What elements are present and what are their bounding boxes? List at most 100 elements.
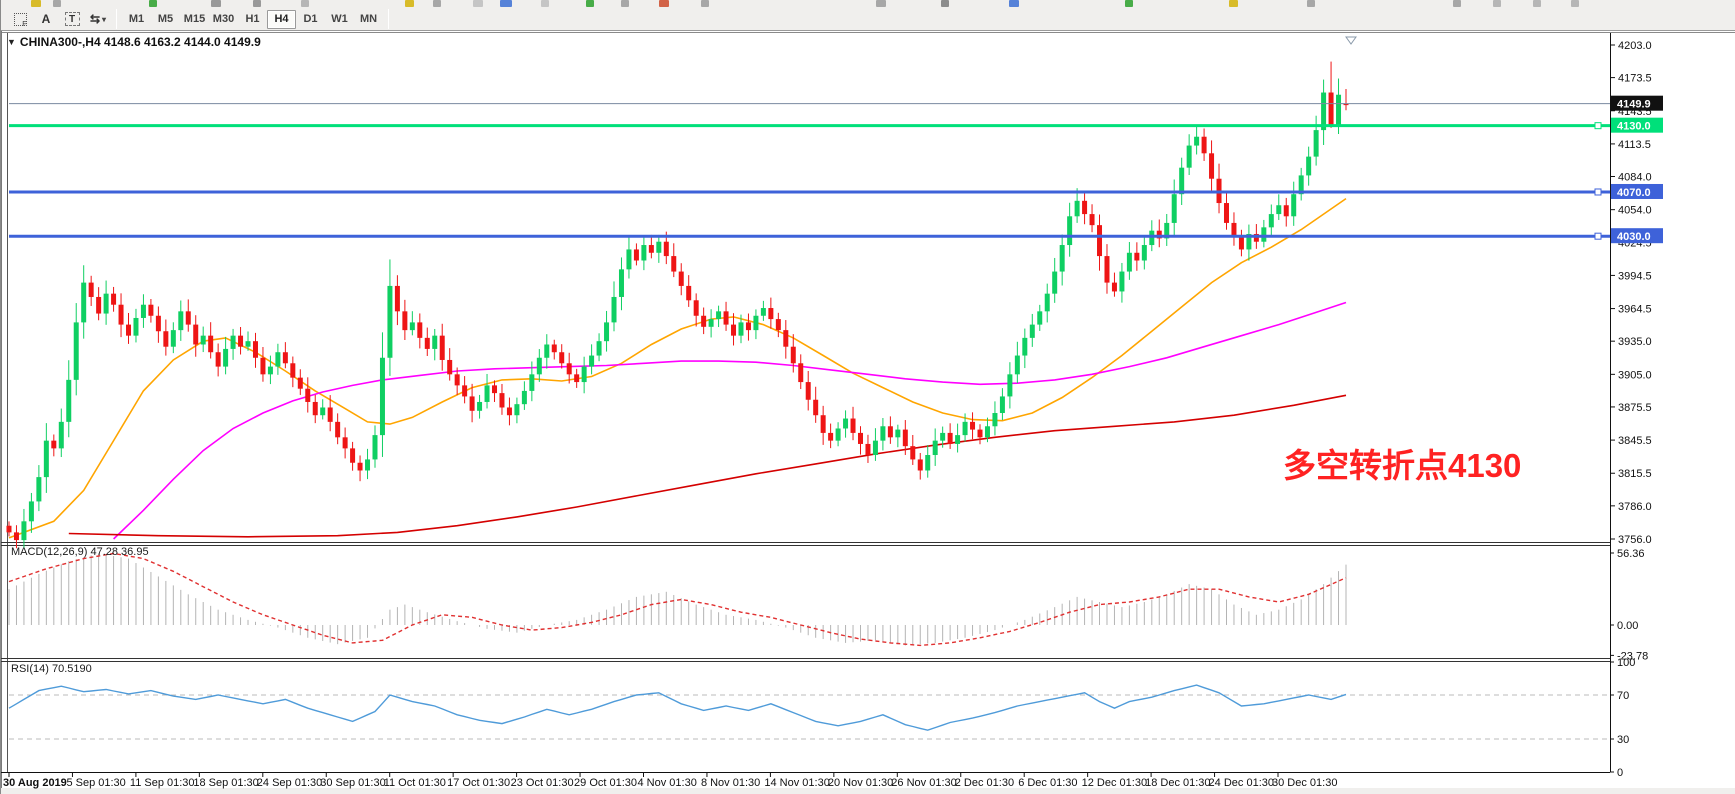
candle-body [567,363,572,374]
candle-body [1082,201,1087,214]
candle-body [1314,130,1319,157]
candle-body [656,242,661,253]
candle-body [1172,194,1177,223]
candle-body [716,311,721,319]
toolbar-icon-fragment [1571,0,1579,7]
candle-body [597,341,602,355]
candle-body [1306,157,1311,176]
candle-body [753,316,758,330]
candle-body [1060,245,1065,272]
toolbar-icon-fragment [1009,0,1019,7]
date-label: 8 Nov 01:30 [701,777,760,789]
candle-body [634,249,639,260]
object-arrange-tool-button[interactable]: ⇆▾ [86,9,110,29]
candle-body [238,336,243,347]
candle-body [858,433,863,444]
candle-body [133,318,138,336]
candle-body [74,322,79,379]
price-tick-label: 4084.0 [1618,172,1652,184]
candle-body [888,426,893,437]
timeframe-button-H1[interactable]: H1 [238,10,267,29]
candle-body [387,286,392,358]
candle-body [59,422,64,449]
timeframe-button-M30[interactable]: M30 [209,10,238,29]
hline-4130-handle[interactable] [1595,123,1601,129]
toolbar-separator [116,9,117,29]
hline-4130-badge-label: 4130.0 [1617,121,1651,133]
timeframe-button-D1[interactable]: D1 [296,10,325,29]
candle-body [813,400,818,415]
date-label: 29 Oct 01:30 [574,777,637,789]
candle-body [1187,146,1192,168]
candle-body [7,526,12,533]
timeframe-button-M1[interactable]: M1 [122,10,151,29]
crosshair-grid-tool-button[interactable]: F [8,9,32,29]
price-tick-label: 4113.5 [1618,139,1651,151]
candle-body [365,459,370,470]
candle-body [66,380,71,422]
price-tick-label: 3756.0 [1618,534,1652,546]
toolbar-icon-fragment [586,0,594,7]
arrange-icon: ⇆ [90,12,100,26]
candle-body [253,341,258,358]
price-tick-label: 3815.5 [1618,468,1652,480]
candle-body [1112,283,1117,292]
toolbar-icon-fragment [500,0,512,7]
candle-body [738,322,743,335]
candle-body [1224,203,1229,223]
candle-body [36,477,41,501]
annotation-text[interactable]: 多空转折点4130 [1283,439,1521,487]
candle-body [14,532,19,540]
candle-body [992,413,997,426]
candle-body [372,435,377,459]
symbol-dropdown-icon[interactable]: ▼ [7,37,16,47]
candle-body [1119,272,1124,292]
text-label-tool-button[interactable]: A [34,9,58,29]
candle-body [1202,137,1207,154]
candle-body [582,367,587,382]
rsi-tick-label: 70 [1617,690,1629,702]
candle-body [694,300,699,315]
date-label: 11 Oct 01:30 [384,777,446,789]
candle-body [447,360,452,374]
candle-body [933,441,938,455]
candle-body [148,305,153,316]
candle-body [544,344,549,357]
toolbar-icon-fragment [1533,0,1541,7]
candle-body [470,396,475,410]
timeframe-button-MN[interactable]: MN [354,10,383,29]
candle-body [178,311,183,330]
hline-4070-handle[interactable] [1595,189,1601,195]
price-tick-label: 3786.0 [1618,501,1652,513]
candle-body [380,358,385,435]
candle-body [1291,194,1296,216]
candle-body [1179,168,1184,195]
toolbar-icon-fragment [301,0,309,7]
text-box-tool-button[interactable]: T [60,9,84,29]
candle-body [664,242,669,256]
candle-body [641,245,646,260]
macd-tick-label: 0.00 [1617,620,1638,632]
price-tick-label: 4203.0 [1618,40,1652,52]
hline-4030-handle[interactable] [1595,233,1601,239]
date-label: 11 Sep 01:30 [130,777,195,789]
toolbar-icon-fragment [473,0,483,7]
toolbar-icon-fragment [31,0,41,7]
timeframe-button-W1[interactable]: W1 [325,10,354,29]
chart-canvas[interactable]: 4203.04173.54143.54113.54084.04054.04024… [1,31,1735,794]
timeframe-button-M15[interactable]: M15 [180,10,209,29]
candle-body [1045,294,1050,312]
chart-window[interactable]: 4203.04173.54143.54113.54084.04054.04024… [1,31,1735,794]
candle-body [910,446,915,459]
date-label: 18 Sep 01:30 [193,777,258,789]
timeframe-button-M5[interactable]: M5 [151,10,180,29]
candle-body [44,441,49,477]
candle-body [836,428,841,440]
candle-body [193,325,198,345]
timeframe-button-H4[interactable]: H4 [267,10,296,29]
toolbar-icon-fragment [253,0,261,7]
candle-body [201,336,206,345]
candle-body [880,426,885,440]
toolbar: FAT⇆▾ M1M5M15M30H1H4D1W1MN [1,0,1735,31]
price-tick-label: 3964.5 [1618,304,1652,316]
